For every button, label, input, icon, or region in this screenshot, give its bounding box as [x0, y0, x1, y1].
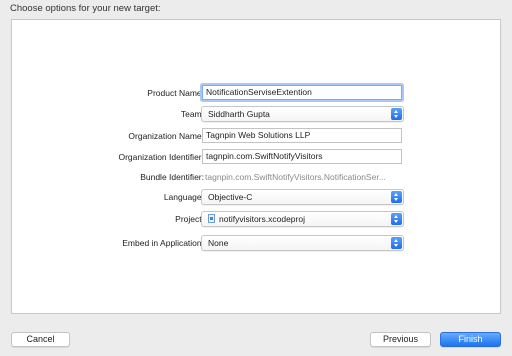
project-value: notifyvisitors.xcodeproj — [219, 214, 305, 224]
organization-identifier-field[interactable]: tagnpin.com.SwiftNotifyVisitors — [202, 149, 402, 164]
bundle-identifier-value: tagnpin.com.SwiftNotifyVisitors.Notifica… — [205, 172, 386, 182]
organization-name-label: Organization Name: — [128, 131, 204, 141]
product-name-label: Product Name: — [147, 88, 204, 98]
team-row: Team: Siddharth Gupta — [12, 105, 500, 123]
product-name-field[interactable]: NotificationServiseExtention — [202, 85, 402, 100]
organization-name-field[interactable]: Tagnpin Web Solutions LLP — [202, 128, 402, 143]
options-panel: Product Name: NotificationServiseExtenti… — [11, 19, 501, 314]
chevron-updown-icon — [391, 191, 402, 203]
organization-name-row: Organization Name: Tagnpin Web Solutions… — [12, 127, 500, 145]
organization-identifier-label: Organization Identifier: — [118, 152, 204, 162]
dialog-header: Choose options for your new target: — [10, 3, 161, 14]
embed-in-application-row: Embed in Application: None — [12, 234, 500, 252]
chevron-updown-icon — [391, 108, 402, 120]
previous-button[interactable]: Previous — [370, 332, 431, 347]
product-name-row: Product Name: NotificationServiseExtenti… — [12, 84, 500, 102]
finish-button[interactable]: Finish — [440, 332, 501, 347]
language-popup[interactable]: Objective-C — [201, 189, 404, 205]
team-value: Siddharth Gupta — [208, 109, 270, 119]
project-row: Project: notifyvisitors.xcodeproj — [12, 210, 500, 228]
embed-in-application-value: None — [208, 238, 229, 248]
team-popup[interactable]: Siddharth Gupta — [201, 106, 404, 122]
language-label: Language: — [163, 192, 204, 202]
organization-identifier-row: Organization Identifier: tagnpin.com.Swi… — [12, 148, 500, 166]
language-row: Language: Objective-C — [12, 188, 500, 206]
bundle-identifier-row: Bundle Identifier: tagnpin.com.SwiftNoti… — [12, 168, 500, 186]
chevron-updown-icon — [391, 213, 402, 225]
chevron-updown-icon — [391, 237, 402, 249]
project-popup[interactable]: notifyvisitors.xcodeproj — [201, 211, 404, 227]
bundle-identifier-label: Bundle Identifier: — [140, 172, 204, 182]
cancel-button[interactable]: Cancel — [11, 332, 70, 347]
project-label: Project: — [175, 214, 204, 224]
embed-in-application-popup[interactable]: None — [201, 235, 404, 251]
embed-in-application-label: Embed in Application: — [122, 238, 204, 248]
language-value: Objective-C — [208, 192, 253, 202]
xcodeproj-file-icon — [208, 214, 215, 223]
